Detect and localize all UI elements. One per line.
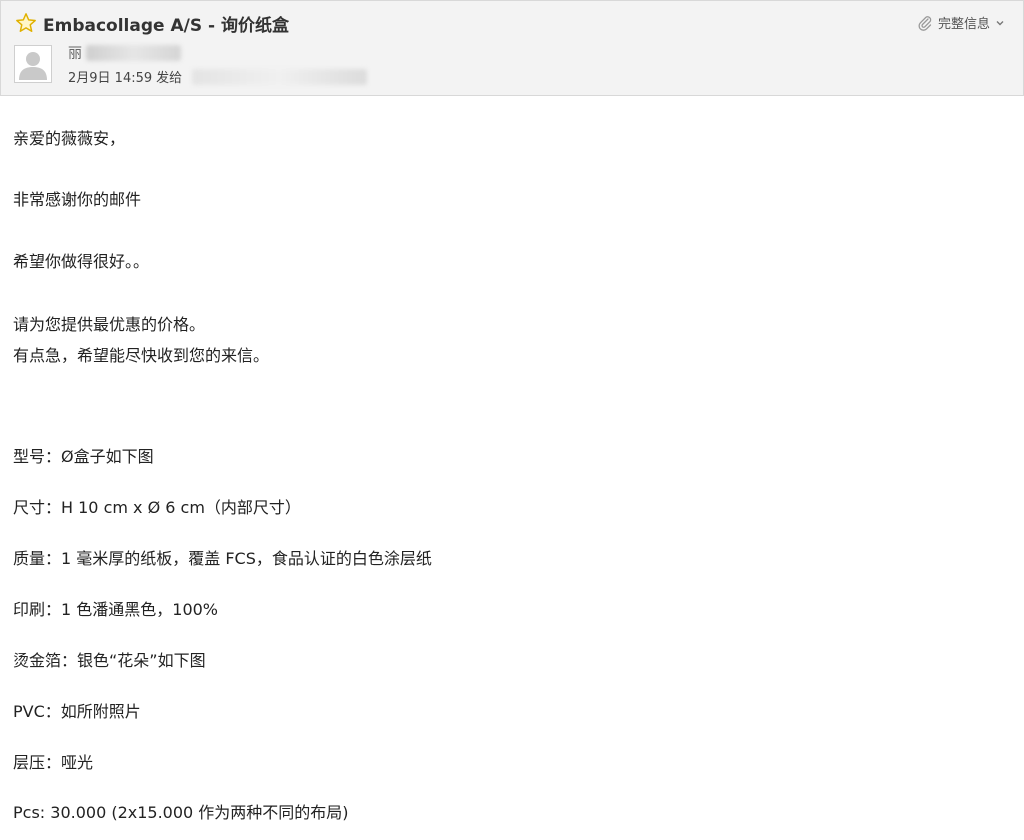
spec-laminate: 层压：哑光 [13,753,94,772]
sent-info: 2月9日 14:59 发给 [68,67,368,86]
body-hope: 希望你做得很好。。 [13,252,150,271]
spec-quality: 质量：1 毫米厚的纸板，覆盖 FCS，食品认证的白色涂层纸 [13,549,432,568]
body-urgent: 有点急，希望能尽快收到您的来信。 [13,346,270,365]
spec-pvc: PVC：如所附照片 [13,702,141,721]
star-outline-icon[interactable] [15,12,37,34]
paperclip-icon [918,15,932,31]
redacted-recipient [192,68,368,85]
sent-to-label: 发给 [156,71,183,86]
spec-size: 尺寸：H 10 cm x Ø 6 cm（内部尺寸） [13,498,301,517]
sender-name: 丽 [68,46,82,62]
body-thanks: 非常感谢你的邮件 [13,190,142,209]
spec-model: 型号：Ø盒子如下图 [13,447,154,466]
spec-pcs: Pcs: 30.000 (2x15.000 作为两种不同的布局) [13,803,349,822]
person-placeholder-icon [19,52,47,80]
body-price: 请为您提供最优惠的价格。 [13,315,206,334]
spec-foil: 烫金箔：银色“花朵”如下图 [13,651,206,670]
details-label: 完整信息 [937,17,990,32]
sent-date: 2月9日 14:59 [68,71,153,86]
spec-print: 印刷：1 色潘通黑色，100% [13,600,219,619]
sender-line[interactable]: 丽 [68,43,181,63]
avatar[interactable] [14,45,52,83]
email-header: Embacollage A/S - 询价纸盒 完整信息 丽 2月9日 14:59… [0,0,1024,96]
details-toggle[interactable]: 完整信息 [917,13,1005,32]
greeting: 亲爱的薇薇安， [13,129,126,148]
redacted-sender [86,45,181,61]
chevron-down-icon [996,20,1004,25]
email-subject: Embacollage A/S - 询价纸盒 [43,16,289,36]
